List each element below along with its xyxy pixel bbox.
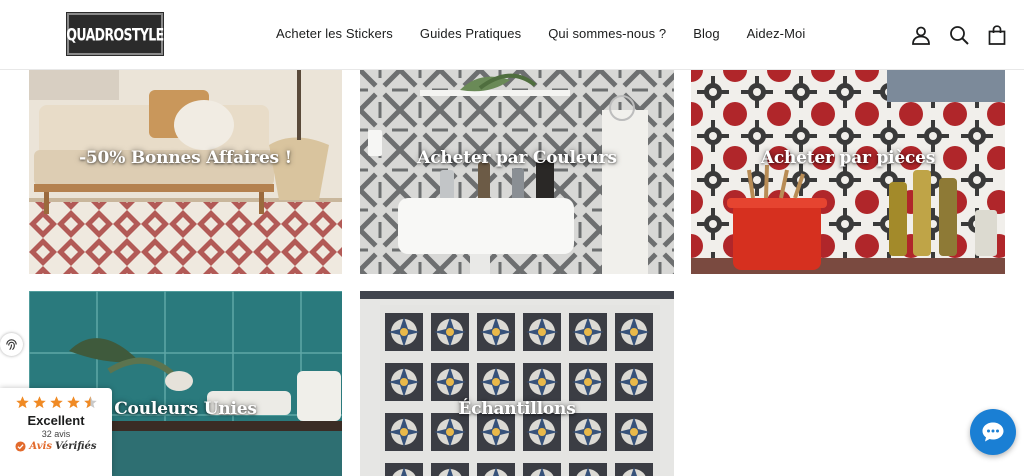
star-icon [49, 396, 63, 409]
rating-label: Excellent [27, 413, 85, 428]
cart-icon[interactable] [986, 24, 1008, 46]
accessibility-badge[interactable] [0, 333, 23, 356]
star-icon [15, 396, 29, 409]
collection-tile-couleurs[interactable]: Acheter par Couleurs [360, 70, 674, 274]
collection-tile-pieces[interactable]: Acheter par pièces [691, 70, 1005, 274]
tile-image-kitchen [691, 70, 1005, 274]
site-header: QUADROSTYLE Acheter les Stickers Guides … [0, 0, 1024, 70]
tile-caption: -50% Bonnes Affaires ! [79, 148, 292, 168]
logo[interactable]: QUADROSTYLE [66, 12, 164, 56]
tile-caption: Acheter par Couleurs [417, 148, 617, 168]
reviews-widget[interactable]: Excellent 32 avis Avis Vérifiés [0, 388, 112, 476]
fingerprint-icon [6, 339, 17, 351]
tile-caption: Échantillons [458, 399, 576, 419]
review-count: 32 avis [41, 429, 71, 439]
search-icon[interactable] [948, 24, 970, 46]
tile-image-living-room [29, 70, 342, 274]
tile-caption: Acheter par pièces [760, 148, 936, 168]
reviews-brand: Avis Vérifiés [0, 441, 112, 452]
collection-tile-echantillons[interactable]: Échantillons [360, 291, 674, 476]
avis-verifies-logo-icon [15, 441, 26, 452]
main-nav: Acheter les Stickers Guides Pratiques Qu… [276, 26, 832, 41]
header-icons [910, 24, 1008, 46]
star-icon [32, 396, 46, 409]
nav-item-blog[interactable]: Blog [693, 26, 719, 41]
chat-button[interactable] [970, 409, 1016, 455]
star-half-icon [83, 396, 97, 409]
rating-stars [0, 395, 112, 410]
logo-text: QUADROSTYLE [66, 23, 164, 45]
nav-item-aidez-moi[interactable]: Aidez-Moi [747, 26, 806, 41]
nav-item-qui-sommes-nous[interactable]: Qui sommes-nous ? [548, 26, 666, 41]
account-icon[interactable] [910, 24, 932, 46]
chat-bubble-icon [982, 422, 1004, 442]
brand-avis: Avis [29, 441, 53, 452]
brand-verifies: Vérifiés [55, 441, 97, 452]
tile-image-bathroom [360, 70, 674, 274]
tile-image-samples [360, 291, 674, 476]
collection-tile-bonnes-affaires[interactable]: -50% Bonnes Affaires ! [29, 70, 342, 274]
star-icon [66, 396, 80, 409]
nav-item-acheter-les-stickers[interactable]: Acheter les Stickers [276, 26, 393, 41]
nav-item-guides-pratiques[interactable]: Guides Pratiques [420, 26, 521, 41]
